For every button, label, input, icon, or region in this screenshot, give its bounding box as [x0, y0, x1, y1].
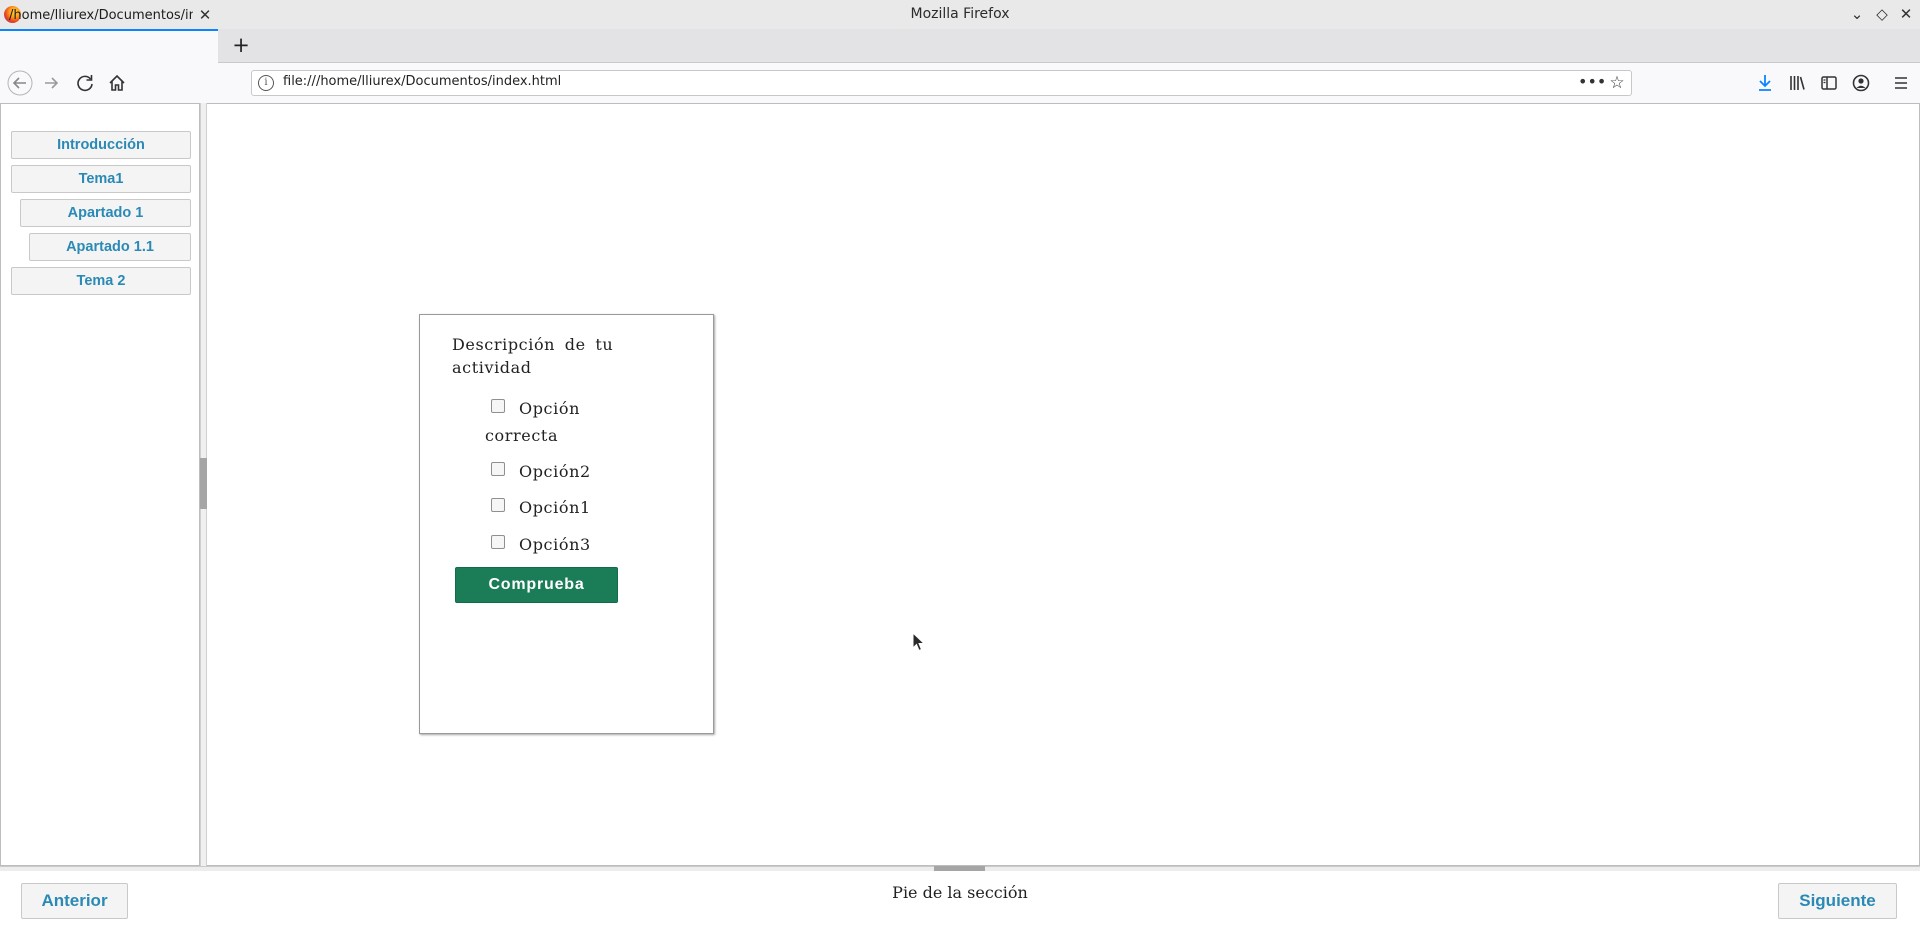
sidebar-toggle-icon[interactable]: [1816, 70, 1842, 96]
account-icon[interactable]: [1848, 70, 1874, 96]
sidebar-item-apartado-1[interactable]: Apartado 1: [20, 199, 191, 227]
minimize-icon[interactable]: ⌄: [1847, 4, 1867, 24]
option-checkbox[interactable]: [491, 498, 505, 512]
activity-description: Descripción de tu actividad: [452, 335, 614, 377]
menu-hamburger-icon[interactable]: [1888, 70, 1914, 96]
sidebar-splitter-grip[interactable]: [200, 458, 207, 509]
option-checkbox[interactable]: [491, 535, 505, 549]
option-label: Opción1: [519, 498, 591, 517]
sidebar-item-tema-2[interactable]: Tema 2: [11, 267, 191, 295]
tab-close-icon[interactable]: ✕: [196, 6, 214, 24]
downloads-icon[interactable]: [1752, 70, 1778, 96]
footer-text: Pie de la sección: [892, 883, 1028, 902]
page-actions-icon[interactable]: •••: [1578, 71, 1606, 95]
reload-icon[interactable]: [72, 70, 98, 96]
close-window-icon[interactable]: ✕: [1896, 4, 1916, 24]
maximize-icon[interactable]: ◇: [1872, 4, 1892, 24]
option-label: Opción3: [519, 535, 591, 554]
previous-page-button[interactable]: Anterior: [21, 883, 128, 919]
mouse-cursor-icon: [912, 631, 926, 652]
library-icon[interactable]: [1784, 70, 1810, 96]
new-tab-icon[interactable]: +: [230, 33, 252, 57]
option-label: Opción2: [519, 462, 591, 481]
tab-strip: [0, 29, 1920, 63]
site-info-icon[interactable]: i: [258, 75, 274, 91]
sidebar-item-apartado-1-1[interactable]: Apartado 1.1: [29, 233, 191, 261]
back-icon[interactable]: [7, 70, 33, 96]
forward-icon[interactable]: [38, 70, 64, 96]
sidebar-item-introduccion[interactable]: Introducción: [11, 131, 191, 159]
sidebar-item-tema1[interactable]: Tema1: [11, 165, 191, 193]
window-title: Mozilla Firefox: [910, 6, 1010, 22]
url-text[interactable]: file:///home/lliurex/Documentos/index.ht…: [283, 74, 561, 89]
bookmark-star-icon[interactable]: ☆: [1605, 71, 1629, 95]
option-checkbox[interactable]: [491, 462, 505, 476]
browser-tab[interactable]: [0, 29, 218, 63]
option-label: Opción correcta: [485, 399, 580, 445]
check-answer-button[interactable]: Comprueba: [455, 567, 618, 603]
home-icon[interactable]: [104, 70, 130, 96]
tab-title[interactable]: /home/lliurex/Documentos/index.html: [9, 8, 193, 23]
next-page-button[interactable]: Siguiente: [1778, 883, 1897, 919]
